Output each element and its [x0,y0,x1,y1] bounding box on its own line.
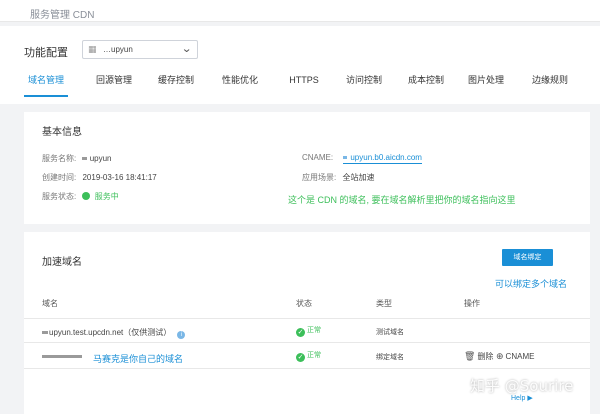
tab-domain-management[interactable]: 域名管理 [24,71,68,97]
trash-icon: 🗑 [464,351,476,361]
table-row [42,352,82,361]
tab-cost[interactable]: 成本控制 [404,71,448,97]
divider [24,318,590,319]
help-link[interactable]: Help ▶ [511,394,533,402]
globe-icon: ⊕ [496,351,504,361]
column-domain: 域名 [42,299,58,308]
tab-edge-rules[interactable]: 边缘规则 [528,71,572,97]
masked-domain [42,355,82,359]
check-icon: ✓ [296,353,305,362]
mosaic-annotation: 马赛克是你自己的域名 [93,354,184,364]
masked-text [82,157,88,161]
service-select-value: …upyun [103,45,133,54]
domains-title: 加速域名 [42,257,82,268]
config-label: 功能配置 [24,47,68,59]
service-name-row: 服务名称: upyun [42,154,112,163]
watermark: 知乎 @Sourire [470,377,574,395]
breadcrumb: 服务管理 CDN [30,10,95,21]
domain-name: upyun.test.upcdn.net（仅供测试） [49,328,172,337]
status-badge: ✓ 正常 [296,327,321,337]
column-actions: 操作 [464,299,480,308]
tab-access[interactable]: 访问控制 [342,71,386,97]
status-ok-icon [82,192,91,200]
tab-origin[interactable]: 回源管理 [92,71,136,97]
cname-button[interactable]: ⊕ CNAME [496,351,534,362]
multi-domain-annotation: 可以绑定多个域名 [495,279,568,289]
delete-button[interactable]: 🗑 删除 [464,351,493,362]
basic-info-card [24,112,590,224]
tab-cache[interactable]: 缓存控制 [154,71,198,97]
column-type: 类型 [376,299,392,308]
bind-domain-button[interactable]: 域名绑定 [502,249,553,266]
status-badge: ✓ 正常 [296,352,321,362]
service-select[interactable]: ▦ …upyun ⌄ [82,40,198,59]
config-panel: 功能配置 ▦ …upyun ⌄ 域名管理 回源管理 缓存控制 性能优化 HTTP… [0,26,600,104]
check-icon: ✓ [296,328,305,337]
cname-row: CNAME: upyun.b0.aicdn.com [302,153,422,164]
divider [24,368,590,369]
tab-performance[interactable]: 性能优化 [218,71,262,97]
created-time-row: 创建时间: 2019-03-16 18:41:17 [42,173,157,182]
tab-bar: 域名管理 回源管理 缓存控制 性能优化 HTTPS 访问控制 成本控制 图片处理… [14,71,594,97]
tab-https[interactable]: HTTPS [282,71,326,97]
domain-type: 测试域名 [376,329,404,336]
service-icon: ▦ [88,44,97,54]
cname-annotation: 这个是 CDN 的域名, 要在域名解析里把你的域名指向这里 [288,195,516,205]
tab-image[interactable]: 图片处理 [464,71,508,97]
scene-row: 应用场景: 全站加速 [302,173,375,182]
column-status: 状态 [296,299,312,308]
service-status-row: 服务状态: 服务中 [42,192,119,201]
chevron-down-icon: ⌄ [180,43,192,55]
basic-info-title: 基本信息 [42,127,82,138]
info-icon[interactable]: i [177,331,186,339]
cname-value[interactable]: upyun.b0.aicdn.com [343,153,422,164]
table-row: upyun.test.upcdn.net（仅供测试） i [42,327,186,339]
domain-type: 绑定域名 [376,354,404,361]
top-bar: 服务管理 CDN [0,0,600,22]
divider [24,342,590,343]
